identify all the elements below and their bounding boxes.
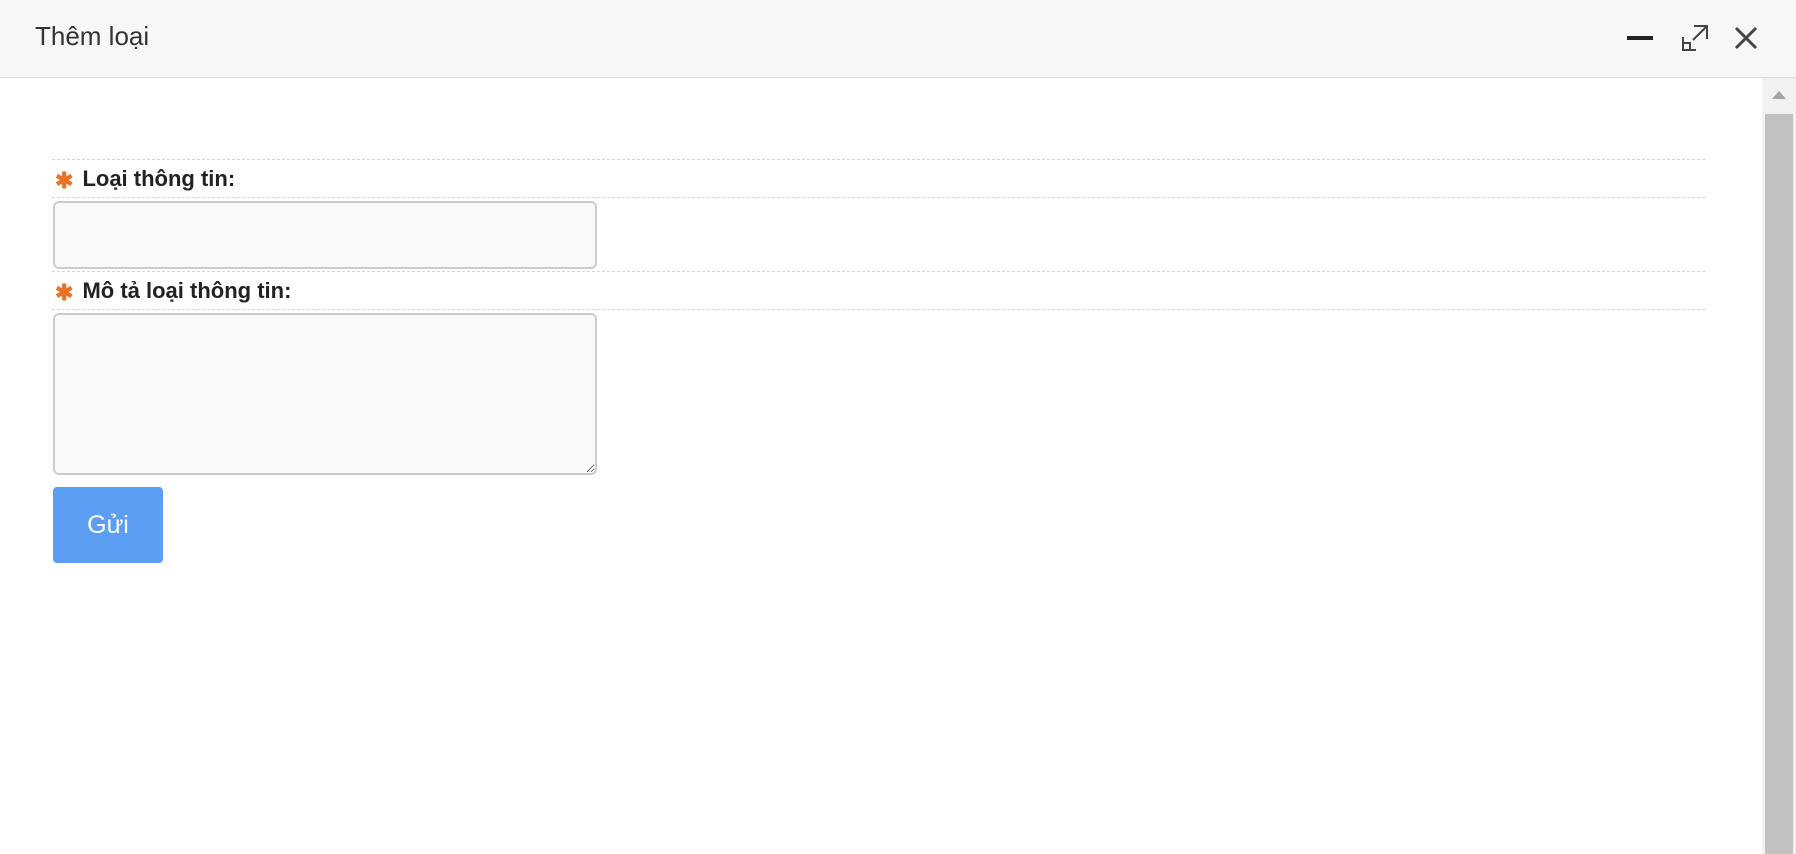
required-asterisk-icon: ✱ (55, 280, 74, 305)
submit-button[interactable]: Gửi (53, 487, 163, 563)
dialog-title: Thêm loại (35, 21, 150, 51)
minimize-button[interactable] (1621, 20, 1659, 56)
close-button[interactable] (1727, 20, 1765, 56)
vertical-scrollbar[interactable] (1762, 78, 1796, 854)
field-label-text: Mô tả loại thông tin: (82, 278, 292, 303)
scrollbar-thumb[interactable] (1765, 114, 1793, 854)
maximize-icon (1682, 25, 1708, 51)
row-divider (52, 159, 1705, 160)
scroll-up-arrow-icon[interactable] (1762, 78, 1796, 112)
close-icon (1734, 26, 1758, 50)
field-label-info-type-description: ✱ Mô tả loại thông tin: (52, 277, 291, 307)
info-type-description-textarea[interactable] (53, 313, 597, 475)
row-divider (52, 197, 1705, 198)
row-divider (52, 271, 1705, 272)
maximize-button[interactable] (1676, 20, 1714, 56)
minimize-icon (1627, 36, 1653, 40)
required-asterisk-icon: ✱ (55, 168, 74, 193)
row-divider (52, 309, 1705, 310)
dialog-window: Thêm loại ✱ Loại thông tin: ✱ Mô tả loại… (0, 0, 1796, 854)
title-bar: Thêm loại (0, 0, 1796, 78)
field-label-text: Loại thông tin: (82, 166, 236, 191)
info-type-input[interactable] (53, 201, 597, 269)
triangle-up-icon (1772, 91, 1786, 99)
field-label-info-type: ✱ Loại thông tin: (52, 165, 235, 195)
